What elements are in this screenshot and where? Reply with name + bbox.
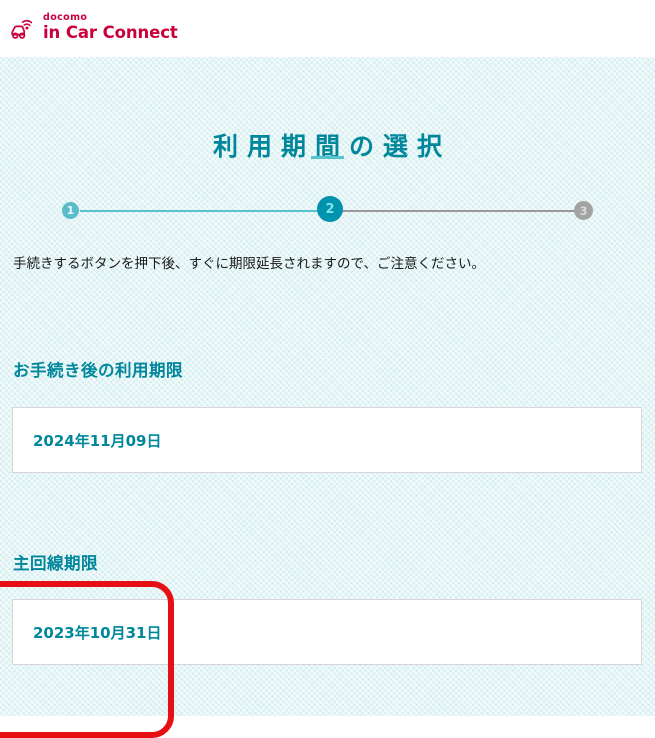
date-card-after-procedure: 2024年11月09日 <box>12 407 642 473</box>
brand-wordmark: docomo in Car Connect <box>43 13 178 41</box>
date-value-main-line: 2023年10月31日 <box>33 623 162 642</box>
date-value-after-procedure: 2024年11月09日 <box>33 431 162 450</box>
step-2-current[interactable]: 2 <box>317 196 343 222</box>
site-header: docomo in Car Connect <box>0 0 655 57</box>
date-card-main-line: 2023年10月31日 <box>12 599 642 665</box>
brand-logo[interactable]: docomo in Car Connect <box>10 13 178 42</box>
step-3-pending[interactable]: 3 <box>574 201 593 220</box>
step-indicator: 1 2 3 <box>62 195 593 227</box>
brand-docomo-text: docomo <box>43 12 88 23</box>
brand-product-text: in Car Connect <box>43 22 178 42</box>
notice-text: 手続きするボタンを押下後、すぐに期限延長されますので、ご注意ください。 <box>13 255 485 272</box>
car-wifi-icon <box>10 16 38 42</box>
section-heading-after-procedure: お手続き後の利用期限 <box>13 360 183 380</box>
step-connector-1-2 <box>80 210 330 212</box>
title-divider <box>311 156 344 159</box>
step-1-completed[interactable]: 1 <box>62 202 79 219</box>
step-connector-2-3 <box>330 210 581 212</box>
section-heading-main-line: 主回線期限 <box>13 553 98 573</box>
page-body: 利用期間の選択 1 2 3 手続きするボタンを押下後、すぐに期限延長されますので… <box>0 57 655 738</box>
